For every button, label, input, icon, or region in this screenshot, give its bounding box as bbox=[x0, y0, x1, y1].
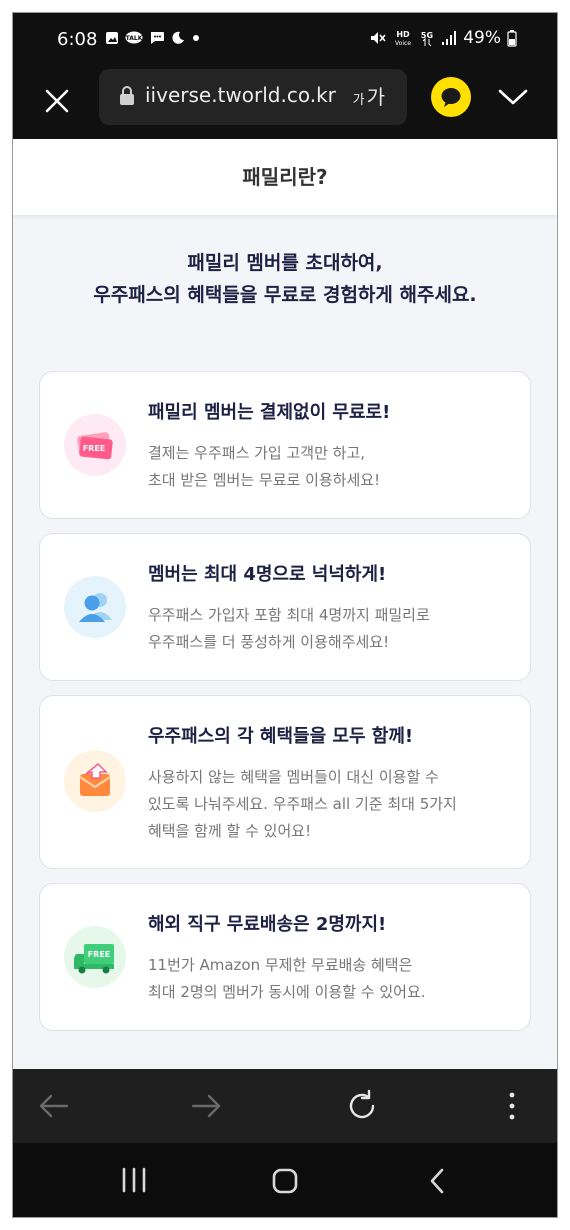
moon-icon bbox=[172, 31, 184, 44]
card-description: 결제는 우주패스 가입 고객만 하고, 초대 받은 멤버는 무료로 이용하세요! bbox=[148, 440, 380, 494]
card-desc-line: 최대 2명의 멤버가 동시에 이용할 수 있어요. bbox=[148, 983, 426, 1001]
browser-toolbar: iiverse.tworld.co.kr 가가 bbox=[13, 67, 557, 139]
message-icon bbox=[150, 32, 164, 44]
recent-apps-icon[interactable] bbox=[121, 1167, 147, 1193]
card-title: 해외 직구 무료배송은 2명까지! bbox=[148, 914, 387, 935]
benefit-card-free: FREE 패밀리 멤버는 결제없이 무료로! 결제는 우주패스 가입 고객만 하… bbox=[39, 371, 531, 519]
text-size-large: 가 bbox=[366, 85, 385, 109]
url-text: iiverse.tworld.co.kr bbox=[145, 83, 336, 107]
card-title: 패밀리 멤버는 결제없이 무료로! bbox=[148, 402, 391, 423]
kakao-button[interactable] bbox=[431, 77, 471, 117]
refresh-icon[interactable] bbox=[345, 1089, 379, 1123]
talk-icon: TALK bbox=[125, 31, 143, 44]
system-back-icon[interactable] bbox=[427, 1167, 447, 1195]
battery-percent: 49% bbox=[463, 28, 501, 48]
back-arrow-icon[interactable] bbox=[37, 1091, 69, 1121]
status-time: 6:08 bbox=[57, 29, 98, 50]
status-bar: 6:08 TALK HD Voice 5G 49% bbox=[13, 13, 557, 67]
close-icon[interactable] bbox=[41, 85, 73, 117]
card-desc-line: 결제는 우주패스 가입 고객만 하고, bbox=[148, 444, 366, 462]
battery-icon bbox=[507, 30, 517, 47]
kakao-chat-icon bbox=[441, 88, 461, 107]
mute-icon bbox=[371, 32, 386, 44]
hd-voice-icon: HDVoice bbox=[395, 30, 411, 47]
5g-icon: 5G bbox=[421, 31, 433, 47]
5g-label: 5G bbox=[421, 31, 433, 40]
card-desc-line: 우주패스 가입자 포함 최대 4명까지 패밀리로 bbox=[148, 606, 430, 624]
more-menu-icon[interactable] bbox=[507, 1091, 517, 1121]
intro-line-1: 패밀리 멤버를 초대하여, bbox=[187, 252, 383, 274]
image-icon bbox=[106, 32, 118, 44]
lock-icon bbox=[120, 86, 134, 105]
card-title: 멤버는 최대 4명으로 넉넉하게! bbox=[148, 564, 387, 585]
card-description: 사용하지 않는 혜택을 멤버들이 대신 이용할 수 있도록 나눠주세요. 우주패… bbox=[148, 764, 457, 845]
text-size-button[interactable]: 가가 bbox=[353, 81, 385, 110]
free-ticket-text: FREE bbox=[83, 444, 106, 453]
dot-icon bbox=[193, 35, 199, 41]
card-description: 우주패스 가입자 포함 최대 4명까지 패밀리로 우주패스를 더 풍성하게 이용… bbox=[148, 602, 430, 656]
benefit-card-delivery: FREE 해외 직구 무료배송은 2명까지! 11번가 Amazon 무제한 무… bbox=[39, 883, 531, 1031]
card-description: 11번가 Amazon 무제한 무료배송 혜택은 최대 2명의 멤버가 동시에 … bbox=[148, 952, 426, 1006]
page-title: 패밀리란? bbox=[242, 165, 328, 189]
address-bar[interactable]: iiverse.tworld.co.kr 가가 bbox=[99, 69, 407, 125]
talk-icon-label: TALK bbox=[126, 35, 143, 42]
notification-icons: TALK bbox=[105, 31, 201, 45]
card-desc-line: 있도록 나눠주세요. 우주패스 all 기준 최대 5가지 bbox=[148, 795, 457, 813]
card-desc-line: 혜택을 함께 할 수 있어요! bbox=[148, 822, 312, 840]
card-desc-line: 사용하지 않는 혜택을 멤버들이 대신 이용할 수 bbox=[148, 768, 439, 786]
free-delivery-truck-icon: FREE bbox=[64, 926, 126, 988]
status-right-icons: HD Voice 5G 49% bbox=[369, 28, 517, 48]
benefit-card-share: 우주패스의 각 혜택들을 모두 함께! 사용하지 않는 혜택을 멤버들이 대신 … bbox=[39, 695, 531, 869]
card-title: 우주패스의 각 혜택들을 모두 함께! bbox=[148, 726, 414, 747]
free-ticket-icon: FREE bbox=[64, 414, 126, 476]
voice-label: Voice bbox=[395, 40, 411, 47]
card-desc-line: 초대 받은 멤버는 무료로 이용하세요! bbox=[148, 471, 381, 489]
phone-frame: 6:08 TALK HD Voice 5G 49% iiverse.tworld.… bbox=[12, 12, 558, 1218]
intro-text: 패밀리 멤버를 초대하여, 우주패스의 혜택들을 무료로 경험하게 해주세요. bbox=[13, 247, 557, 311]
page-header: 패밀리란? bbox=[13, 139, 557, 215]
hd-label: HD bbox=[397, 30, 411, 39]
system-nav-bar bbox=[13, 1143, 557, 1217]
benefit-card-members: 멤버는 최대 4명으로 넉넉하게! 우주패스 가입자 포함 최대 4명까지 패밀… bbox=[39, 533, 531, 681]
card-desc-line: 11번가 Amazon 무제한 무료배송 혜택은 bbox=[148, 956, 413, 974]
signal-icon bbox=[442, 31, 457, 45]
chevron-down-icon[interactable] bbox=[497, 87, 529, 107]
members-icon bbox=[64, 576, 126, 638]
web-page: 패밀리란? 패밀리 멤버를 초대하여, 우주패스의 혜택들을 무료로 경험하게 … bbox=[13, 139, 557, 1069]
share-envelope-icon bbox=[64, 750, 126, 812]
intro-line-2: 우주패스의 혜택들을 무료로 경험하게 해주세요. bbox=[93, 284, 477, 306]
text-size-small: 가 bbox=[352, 93, 365, 108]
browser-nav-bar bbox=[13, 1069, 557, 1143]
card-desc-line: 우주패스를 더 풍성하게 이용해주세요! bbox=[148, 633, 390, 651]
free-truck-text: FREE bbox=[88, 950, 111, 959]
home-icon[interactable] bbox=[271, 1167, 299, 1195]
forward-arrow-icon[interactable] bbox=[191, 1091, 223, 1121]
